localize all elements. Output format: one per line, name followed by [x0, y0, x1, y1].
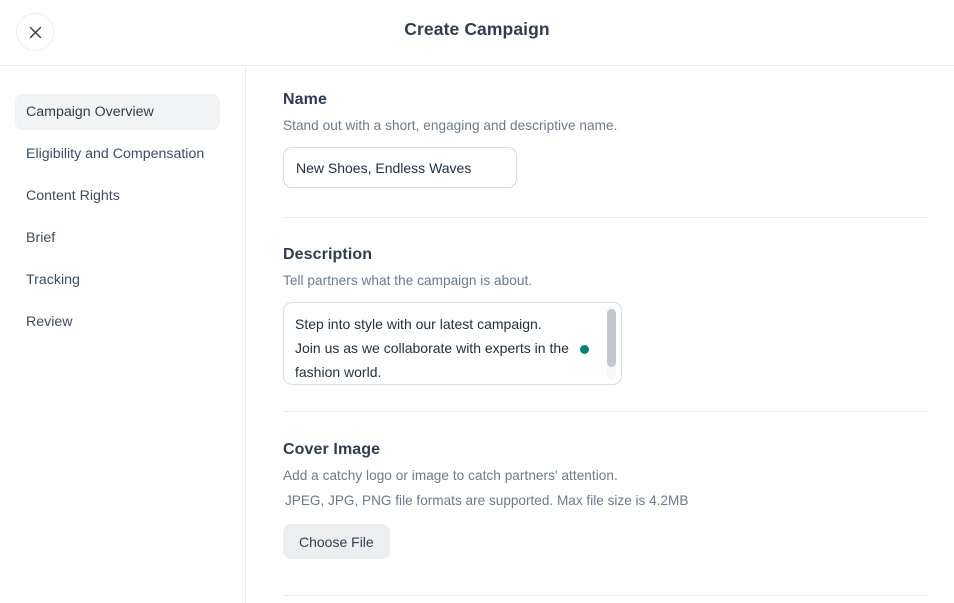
description-section: Description Tell partners what the campa… [283, 246, 622, 385]
create-campaign-modal: Create Campaign Campaign Overview Eligib… [0, 0, 954, 603]
sidebar-item-label: Brief [26, 230, 56, 246]
sidebar-item-label: Tracking [26, 272, 80, 288]
choose-file-button[interactable]: Choose File [283, 524, 390, 559]
sidebar-item-eligibility-and-compensation[interactable]: Eligibility and Compensation [15, 136, 220, 172]
description-line: Join us as we collaborate with experts i… [295, 340, 569, 356]
sidebar-item-campaign-overview[interactable]: Campaign Overview [15, 94, 220, 130]
cover-image-section: Cover Image Add a catchy logo or image t… [283, 441, 688, 559]
sidebar-item-review[interactable]: Review [15, 304, 220, 340]
sidebar-item-label: Content Rights [26, 188, 120, 204]
textarea-scrollbar-thumb[interactable] [607, 309, 616, 367]
form-content: Name Stand out with a short, engaging an… [247, 67, 954, 603]
modal-header: Create Campaign [0, 0, 954, 66]
sidebar-item-brief[interactable]: Brief [15, 220, 220, 256]
cover-image-section-help: Add a catchy logo or image to catch part… [283, 468, 618, 483]
wizard-sidebar: Campaign Overview Eligibility and Compen… [0, 67, 246, 603]
name-section-title: Name [283, 91, 327, 108]
name-section-help: Stand out with a short, engaging and des… [283, 118, 618, 133]
description-section-help: Tell partners what the campaign is about… [283, 273, 533, 288]
sidebar-item-label: Eligibility and Compensation [26, 146, 205, 162]
cover-image-section-title: Cover Image [283, 441, 381, 458]
section-divider-1 [283, 217, 929, 218]
sidebar-item-tracking[interactable]: Tracking [15, 262, 220, 298]
sidebar-item-label: Campaign Overview [26, 104, 154, 120]
description-section-title: Description [283, 246, 373, 263]
campaign-name-input[interactable]: New Shoes, Endless Waves [283, 147, 517, 188]
section-divider-3 [283, 595, 929, 596]
description-line: Step into style with our latest campaign… [295, 316, 542, 332]
campaign-name-input-value: New Shoes, Endless Waves [296, 159, 472, 176]
section-divider-2 [283, 411, 929, 412]
campaign-description-textarea[interactable]: Step into style with our latest campaign… [283, 302, 622, 385]
cursor-indicator-dot [580, 345, 589, 354]
name-section: Name Stand out with a short, engaging an… [283, 91, 617, 188]
sidebar-item-label: Review [26, 314, 73, 330]
page-title: Create Campaign [404, 19, 550, 39]
cover-image-formats-note: JPEG, JPG, PNG file formats are supporte… [285, 493, 689, 508]
description-line: fashion world. [295, 364, 382, 380]
sidebar-item-content-rights[interactable]: Content Rights [15, 178, 220, 214]
campaign-description-value: Step into style with our latest campaign… [295, 312, 595, 384]
